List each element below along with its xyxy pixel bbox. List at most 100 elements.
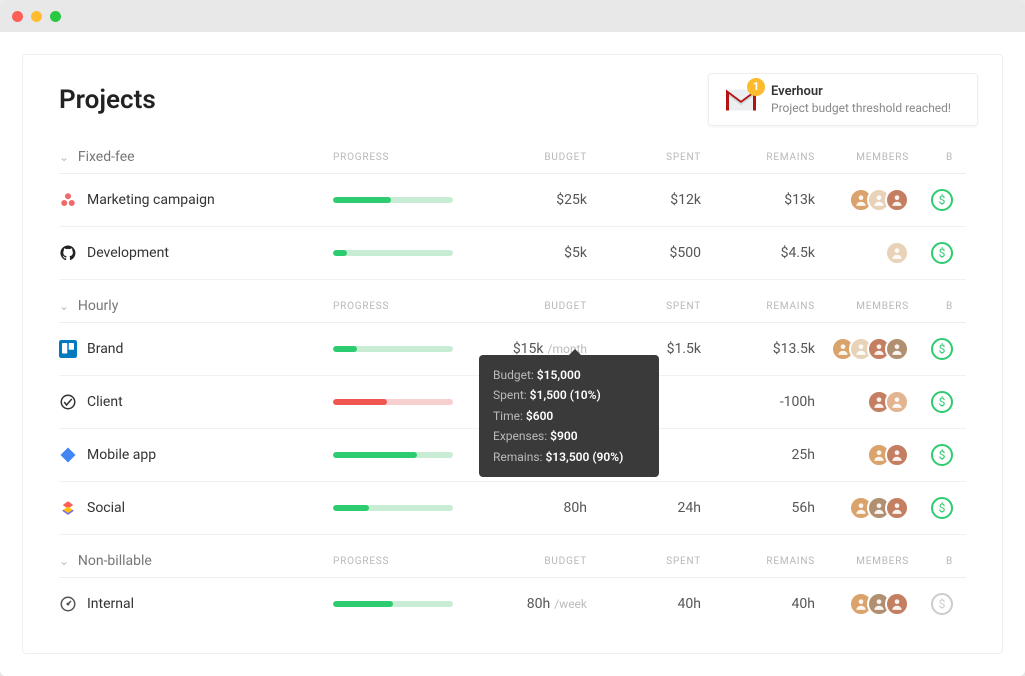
column-header-progress: PROGRESS: [333, 152, 473, 163]
column-header-billing: B: [913, 556, 953, 567]
billing-icon[interactable]: $: [931, 242, 953, 264]
members-cell[interactable]: [819, 592, 909, 616]
column-header-billing: B: [913, 152, 953, 163]
avatar: [885, 390, 909, 414]
column-header-remains: REMAINS: [705, 556, 815, 567]
tooltip-key: Remains:: [493, 450, 545, 464]
browser-window: 1 Everhour Project budget threshold reac…: [0, 0, 1025, 676]
notification-title: Everhour: [771, 84, 951, 99]
maximize-window-icon[interactable]: [50, 11, 61, 22]
project-name: Marketing campaign: [87, 192, 215, 208]
spent-value: $500: [591, 245, 701, 261]
project-name: Social: [87, 500, 125, 516]
column-header-budget: BUDGET: [477, 556, 587, 567]
project-name: Internal: [87, 596, 134, 612]
project-row[interactable]: Internal 80h/week 40h 40h $: [59, 578, 966, 630]
members-cell[interactable]: [819, 337, 909, 361]
tooltip-key: Budget:: [493, 368, 537, 382]
budget-value: $25k: [477, 192, 587, 208]
tooltip-key: Time:: [493, 409, 526, 423]
members-cell[interactable]: [819, 188, 909, 212]
avatar: [885, 496, 909, 520]
notification-card[interactable]: 1 Everhour Project budget threshold reac…: [708, 73, 978, 126]
spent-value: $12k: [591, 192, 701, 208]
billing-icon[interactable]: $: [931, 189, 953, 211]
billing-icon[interactable]: $: [931, 444, 953, 466]
close-window-icon[interactable]: [12, 11, 23, 22]
members-cell[interactable]: [819, 443, 909, 467]
billing-icon[interactable]: $: [931, 593, 953, 615]
avatar: [885, 443, 909, 467]
project-name: Client: [87, 394, 123, 410]
budget-value: 80h: [477, 500, 587, 516]
remains-value: $13.5k: [705, 341, 815, 357]
progress-bar: [333, 250, 453, 256]
progress-bar: [333, 601, 453, 607]
details-tooltip: Budget: $15,000Spent: $1,500 (10%)Time: …: [479, 355, 659, 477]
asana-icon: [59, 191, 77, 209]
billing-icon[interactable]: $: [931, 391, 953, 413]
column-header-spent: SPENT: [591, 556, 701, 567]
remains-value: 25h: [705, 447, 815, 463]
budget-value: $5k: [477, 245, 587, 261]
notification-subtitle: Project budget threshold reached!: [771, 101, 951, 115]
column-header-budget: BUDGET: [477, 301, 587, 312]
github-icon: [59, 244, 77, 262]
notification-badge: 1: [747, 78, 765, 96]
column-header-spent: SPENT: [591, 152, 701, 163]
project-row[interactable]: Social 80h 24h 56h $: [59, 482, 966, 535]
members-cell[interactable]: [819, 496, 909, 520]
project-row[interactable]: Marketing campaign $25k $12k $13k $: [59, 174, 966, 227]
column-header-spent: SPENT: [591, 301, 701, 312]
column-header-remains: REMAINS: [705, 301, 815, 312]
column-header-billing: B: [913, 301, 953, 312]
remains-value: $13k: [705, 192, 815, 208]
column-header-progress: PROGRESS: [333, 301, 473, 312]
tooltip-value: $15,000: [537, 368, 581, 382]
avatar: [885, 241, 909, 265]
progress-bar: [333, 399, 453, 405]
tooltip-value: $13,500 (90%): [545, 450, 623, 464]
clickup-icon: [59, 499, 77, 517]
projects-panel: 1 Everhour Project budget threshold reac…: [22, 54, 1003, 654]
section-header[interactable]: ⌄ Non-billable PROGRESS BUDGET SPENT REM…: [59, 545, 966, 578]
column-header-members: MEMBERS: [819, 152, 909, 163]
remains-value: -100h: [705, 394, 815, 410]
avatar: [885, 592, 909, 616]
spent-value: 24h: [591, 500, 701, 516]
circle-icon: [59, 393, 77, 411]
budget-value: 80h/week: [477, 596, 587, 612]
progress-bar: [333, 346, 453, 352]
members-cell[interactable]: [819, 390, 909, 414]
section-header[interactable]: ⌄ Fixed-fee PROGRESS BUDGET SPENT REMAIN…: [59, 141, 966, 174]
avatar: [885, 337, 909, 361]
spent-value: 40h: [591, 596, 701, 612]
column-header-remains: REMAINS: [705, 152, 815, 163]
billing-icon[interactable]: $: [931, 497, 953, 519]
remains-value: 56h: [705, 500, 815, 516]
project-row[interactable]: Development $5k $500 $4.5k $: [59, 227, 966, 280]
members-cell[interactable]: [819, 241, 909, 265]
progress-bar: [333, 452, 453, 458]
chevron-down-icon: ⌄: [59, 554, 70, 568]
project-row[interactable]: Brand $15k/month $1.5k $13.5k $ Budget: …: [59, 323, 966, 376]
billing-icon[interactable]: $: [931, 338, 953, 360]
progress-bar: [333, 197, 453, 203]
tooltip-value: $900: [550, 429, 577, 443]
window-titlebar: [0, 0, 1025, 32]
chevron-down-icon: ⌄: [59, 299, 70, 313]
minimize-window-icon[interactable]: [31, 11, 42, 22]
diamond-icon: [59, 446, 77, 464]
section-name: Hourly: [78, 298, 118, 314]
gauge-icon: [59, 595, 77, 613]
remains-value: 40h: [705, 596, 815, 612]
column-header-progress: PROGRESS: [333, 556, 473, 567]
chevron-down-icon: ⌄: [59, 150, 70, 164]
project-name: Development: [87, 245, 169, 261]
section-header[interactable]: ⌄ Hourly PROGRESS BUDGET SPENT REMAINS M…: [59, 290, 966, 323]
progress-bar: [333, 505, 453, 511]
trello-icon: [59, 340, 77, 358]
column-header-members: MEMBERS: [819, 301, 909, 312]
column-header-members: MEMBERS: [819, 556, 909, 567]
tooltip-value: $1,500 (10%): [530, 388, 601, 402]
